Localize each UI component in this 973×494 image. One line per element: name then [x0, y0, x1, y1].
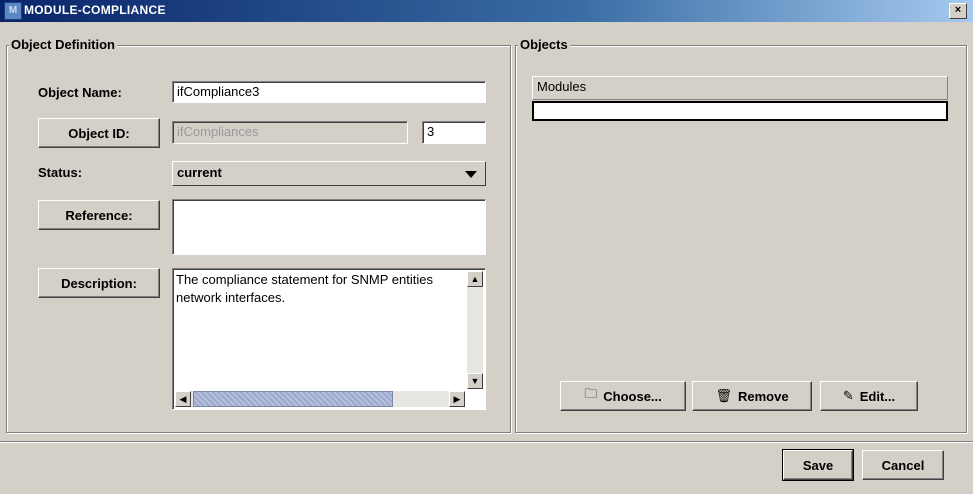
- scroll-left-icon[interactable]: ◀: [175, 391, 191, 407]
- description-button[interactable]: Description:: [38, 268, 160, 298]
- pencil-icon: ✎: [842, 388, 854, 403]
- scroll-down-icon[interactable]: ▼: [467, 373, 483, 389]
- cancel-button[interactable]: Cancel: [862, 450, 944, 480]
- object-id-number-input[interactable]: 3: [422, 121, 486, 144]
- remove-button-label: Remove: [737, 388, 789, 404]
- scroll-up-icon[interactable]: ▲: [467, 271, 483, 287]
- cancel-button-label: Cancel: [881, 457, 925, 473]
- modules-table-row[interactable]: [532, 101, 948, 121]
- description-text: The compliance statement for SNMP entiti…: [176, 271, 465, 307]
- status-select[interactable]: current: [172, 161, 486, 186]
- choose-button[interactable]: 🗀 Choose...: [560, 381, 686, 411]
- save-button-label: Save: [802, 457, 834, 473]
- title-bar: M MODULE-COMPLIANCE ×: [0, 0, 973, 22]
- object-name-input[interactable]: ifCompliance3: [172, 81, 486, 103]
- modules-column-header[interactable]: Modules: [532, 76, 948, 100]
- object-id-button[interactable]: Object ID:: [38, 118, 160, 148]
- description-line-2: network interfaces.: [176, 290, 286, 305]
- chevron-down-icon: [465, 171, 477, 178]
- app-icon: M: [4, 2, 22, 20]
- edit-button[interactable]: ✎ Edit...: [820, 381, 918, 411]
- window-title: MODULE-COMPLIANCE: [24, 3, 166, 17]
- horizontal-scroll-thumb[interactable]: [193, 391, 393, 407]
- reference-button-label: Reference:: [65, 207, 133, 223]
- edit-button-label: Edit...: [859, 388, 896, 404]
- description-line-1: The compliance statement for SNMP entiti…: [176, 272, 433, 287]
- remove-button[interactable]: 🗑 Remove: [692, 381, 812, 411]
- description-textarea[interactable]: The compliance statement for SNMP entiti…: [172, 268, 486, 410]
- save-button[interactable]: Save: [782, 449, 854, 481]
- objects-title: Objects: [518, 37, 570, 52]
- vertical-scrollbar[interactable]: ▲ ▼: [467, 271, 483, 389]
- reference-button[interactable]: Reference:: [38, 200, 160, 230]
- reference-input[interactable]: [172, 199, 486, 255]
- close-button[interactable]: ×: [949, 3, 967, 19]
- object-definition-title: Object Definition: [9, 37, 117, 52]
- scroll-right-icon[interactable]: ▶: [449, 391, 465, 407]
- trash-icon: 🗑: [715, 388, 732, 403]
- object-id-parent-field: ifCompliances: [172, 121, 408, 144]
- folder-icon: 🗀: [584, 386, 598, 401]
- status-select-value: current: [177, 165, 222, 180]
- status-label: Status:: [38, 165, 83, 180]
- horizontal-scrollbar[interactable]: ◀ ▶: [175, 391, 465, 407]
- footer-divider: [0, 441, 973, 443]
- object-id-button-label: Object ID:: [68, 125, 130, 141]
- description-button-label: Description:: [61, 275, 137, 291]
- object-name-label: Object Name:: [38, 85, 122, 100]
- choose-button-label: Choose...: [603, 388, 662, 404]
